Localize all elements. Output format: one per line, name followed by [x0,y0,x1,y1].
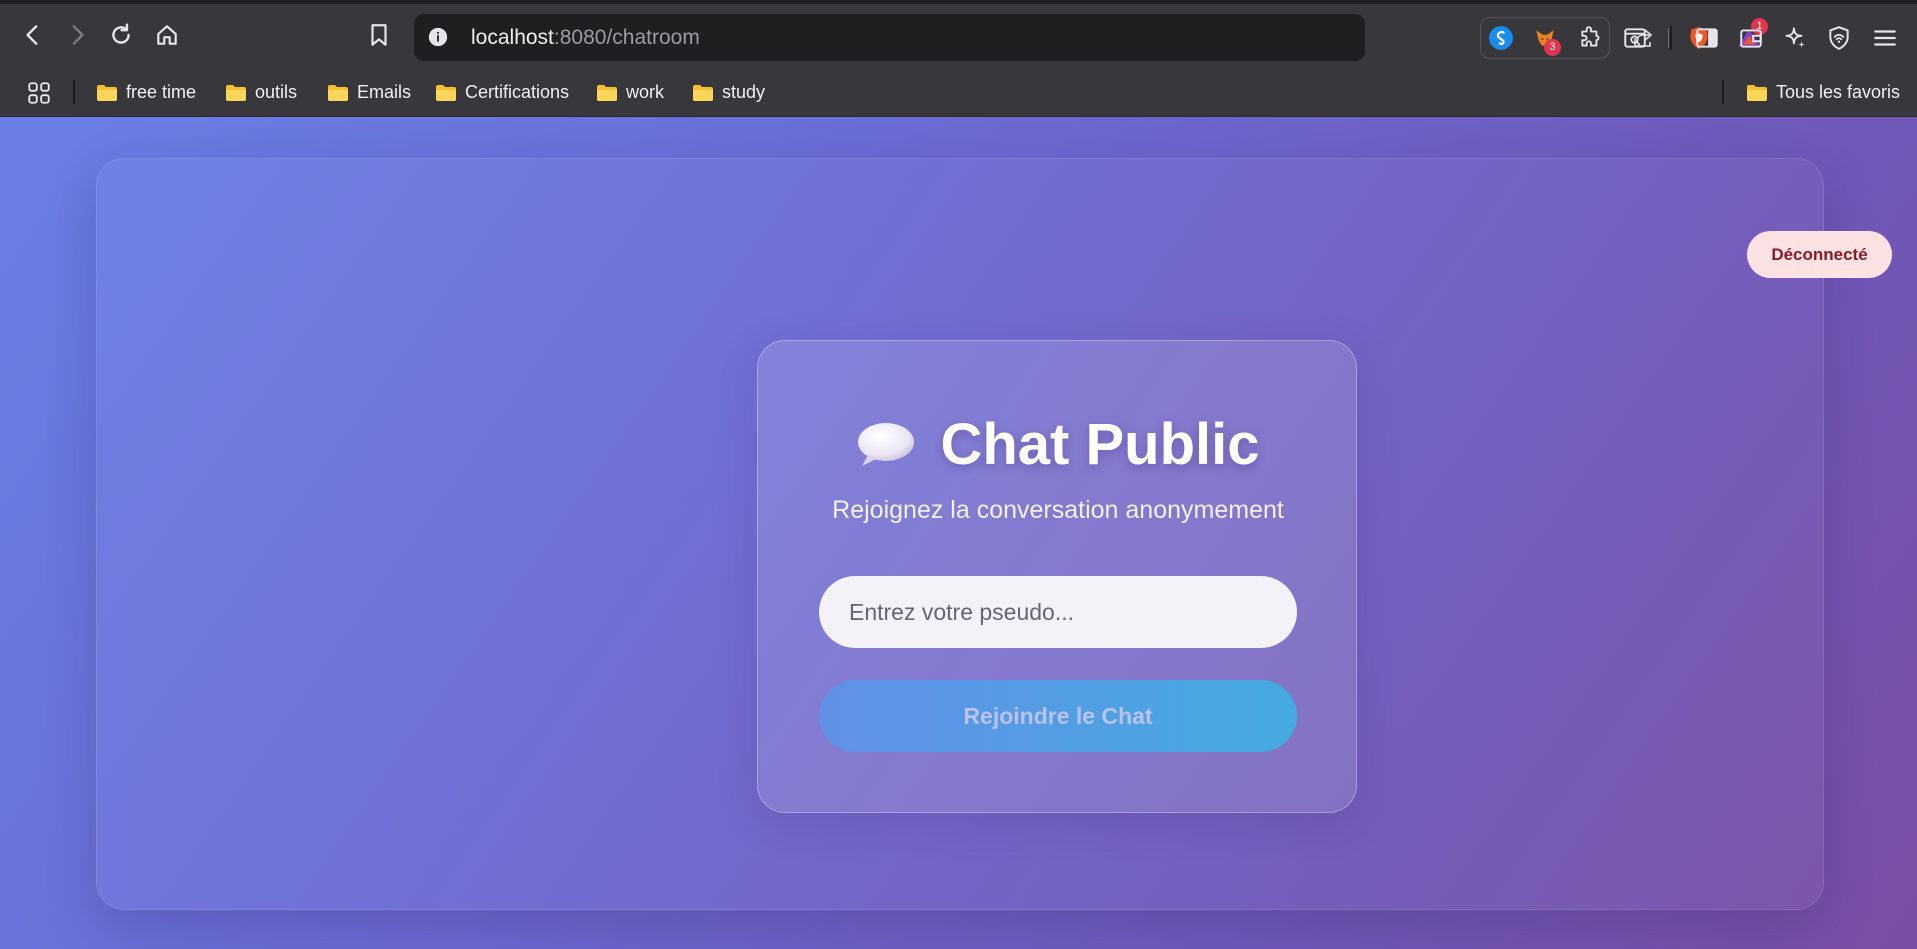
extensions-puzzle-icon[interactable] [1574,21,1608,55]
bookmark-all-favorites[interactable]: Tous les favoris [1746,76,1900,108]
bookmark-label: Certifications [465,81,570,102]
bookmarks-separator [73,80,75,104]
reload-button[interactable] [104,18,138,52]
browser-toolbar: localhost:8080/chatroom 1 3 [0,0,1917,68]
bookmark-folder-outils[interactable]: outils [225,76,297,108]
menu-icon[interactable] [1868,21,1902,55]
app-container: Déconnecté Chat Public Rejoignez la conv… [96,158,1892,910]
folder-icon [327,84,349,101]
home-button[interactable] [150,18,184,52]
page-title: Chat Public [940,411,1260,477]
back-button[interactable] [16,18,50,52]
bookmarks-bar: free time outils Emails Certifications w… [0,68,1917,117]
toolbar-separator [1670,26,1672,50]
folder-icon [692,84,714,101]
pseudo-input[interactable] [819,576,1297,648]
folder-icon [225,84,247,101]
tab-search-icon[interactable] [1618,21,1652,55]
bookmark-page-button[interactable] [362,18,396,52]
login-card: Chat Public Rejoignez la conversation an… [757,340,1357,813]
title-row: Chat Public [758,409,1358,479]
bookmark-label: Tous les favoris [1776,81,1901,102]
bookmark-label: study [722,81,766,102]
url-path: :8080/chatroom [553,26,700,49]
reload-icon [112,23,130,44]
url-separator [1668,28,1669,48]
shazam-extension-icon[interactable] [1484,21,1518,55]
bookmark-label: Emails [357,81,412,102]
connection-status-badge: Déconnecté [1747,231,1892,278]
bookmark-icon [371,24,387,46]
bookmark-folder-certifications[interactable]: Certifications [435,76,569,108]
page-content: Déconnecté Chat Public Rejoignez la conv… [0,117,1917,949]
folder-icon [96,84,118,101]
site-info-icon[interactable] [426,25,450,49]
address-bar[interactable]: localhost:8080/chatroom 1 [414,14,1768,61]
bookmark-folder-study[interactable]: study [692,76,765,108]
back-arrow-icon [26,25,38,45]
folder-icon [596,84,618,101]
sidebar-toggle-icon[interactable] [1690,21,1724,55]
forward-button[interactable] [60,18,94,52]
bookmark-label: free time [126,81,197,102]
bookmarks-separator [1722,80,1724,104]
join-chat-button[interactable]: Rejoindre le Chat [819,680,1297,752]
bookmark-label: work [626,81,665,102]
bookmark-folder-work[interactable]: work [596,76,664,108]
forward-arrow-icon [72,25,84,45]
bookmark-folder-emails[interactable]: Emails [327,76,411,108]
url-text[interactable]: localhost:8080/chatroom [471,26,700,50]
folder-icon [435,84,457,101]
leo-ai-icon[interactable] [1778,21,1812,55]
url-host: localhost [471,26,554,49]
wallet-icon[interactable] [1734,21,1768,55]
page-subtitle: Rejoignez la conversation anonymement [832,496,1284,524]
speech-bubble-icon [858,423,915,466]
extension-badge: 3 [1544,39,1561,56]
bookmark-folder-free-time[interactable]: free time [96,76,196,108]
apps-grid-icon[interactable] [24,78,54,108]
home-icon [157,25,177,45]
bookmark-label: outils [255,81,298,102]
folder-icon [1746,84,1768,101]
vpn-shield-icon[interactable] [1822,21,1856,55]
